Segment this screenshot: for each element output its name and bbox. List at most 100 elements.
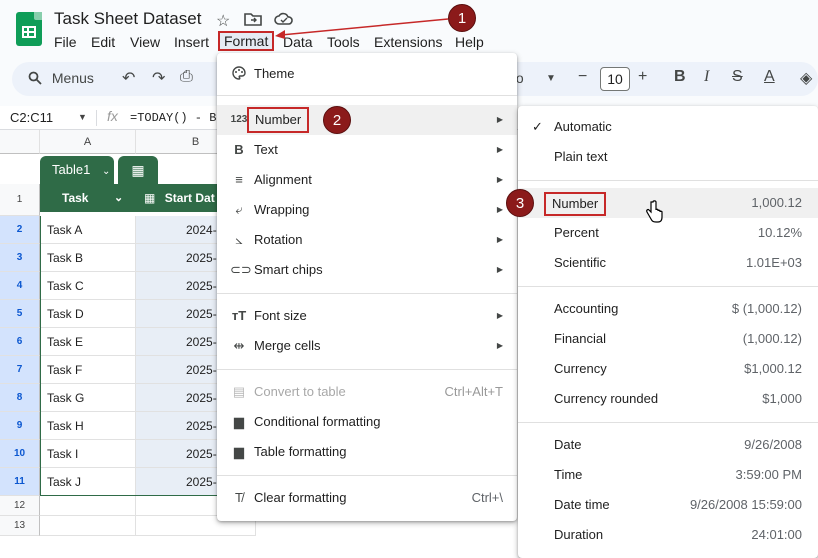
table-cell-task[interactable]: Task H (40, 412, 136, 440)
format-menu: Theme 123 Number ▶ B Text ▶ ≡ Alignment … (217, 53, 517, 521)
menu-item-clear-formatting[interactable]: T̸ Clear formatting Ctrl+\ (217, 483, 517, 513)
annotation-arrow (275, 18, 449, 39)
table-cell-task[interactable]: Task C (40, 272, 136, 300)
row-header[interactable]: 9 (0, 412, 40, 440)
menu-edit[interactable]: Edit (85, 33, 121, 51)
menu-item-wrapping[interactable]: ⤶ Wrapping ▶ (217, 195, 517, 225)
menu-view[interactable]: View (124, 33, 166, 51)
table-cell-task[interactable]: Task B (40, 244, 136, 272)
row-header[interactable]: 4 (0, 272, 40, 300)
format-option-duration[interactable]: Duration 24:01:00 (518, 520, 818, 550)
row-header[interactable]: 8 (0, 384, 40, 412)
name-box[interactable]: C2:C11 (10, 110, 53, 125)
format-option-date[interactable]: Date 9/26/2008 (518, 430, 818, 460)
menu-item-alignment[interactable]: ≡ Alignment ▶ (217, 165, 517, 195)
table-name-tab[interactable]: Table1 ⌄ (40, 156, 114, 184)
empty-cell[interactable] (40, 516, 136, 536)
name-box-dropdown-icon[interactable]: ▼ (78, 112, 87, 122)
format-option-automatic[interactable]: ✓ Automatic (518, 112, 818, 142)
table-cell-task[interactable]: Task F (40, 356, 136, 384)
menu-item-rotation[interactable]: ⦣ Rotation ▶ (217, 225, 517, 255)
corner-cell[interactable] (0, 130, 40, 154)
format-option-plain-text[interactable]: Plain text (518, 142, 818, 172)
format-option-label: Financial (554, 331, 607, 346)
row-header[interactable]: 7 (0, 356, 40, 384)
paint-roller-icon: ▆ (234, 414, 244, 429)
format-option-number[interactable]: Number 1,000.12 (518, 188, 818, 218)
menu-item-smart-chips[interactable]: ⊂⊃ Smart chips ▶ (217, 255, 517, 285)
print-icon[interactable]: ⎙ (180, 68, 193, 86)
redo-icon[interactable]: ↷ (152, 68, 165, 88)
menu-item-convert-to-table: ▤ Convert to table Ctrl+Alt+T (217, 377, 517, 407)
paint-roller-icon: ▆ (234, 444, 244, 459)
format-option-date-time[interactable]: Date time 9/26/2008 15:59:00 (518, 490, 818, 520)
format-option-financial[interactable]: Financial (1,000.12) (518, 324, 818, 354)
row-header[interactable]: 3 (0, 244, 40, 272)
menu-file[interactable]: File (48, 33, 83, 51)
table-cell-task[interactable]: Task A (40, 216, 136, 244)
table-name: Table1 (52, 162, 91, 177)
menu-separator (518, 180, 818, 181)
menu-item-merge-cells[interactable]: ⇹ Merge cells ▶ (217, 331, 517, 361)
format-option-accounting[interactable]: Accounting $ (1,000.12) (518, 294, 818, 324)
format-option-example: $ (1,000.12) (731, 301, 802, 316)
menu-search[interactable]: Menus (20, 66, 102, 92)
format-option-currency[interactable]: Currency $1,000.12 (518, 354, 818, 384)
table-cell-task[interactable]: Task J (40, 468, 136, 496)
menu-item-table-formatting[interactable]: ▆ Table formatting (217, 437, 517, 467)
menu-format[interactable]: Format (218, 31, 275, 51)
table-cell-task[interactable]: Task G (40, 384, 136, 412)
format-option-example: $1,000 (762, 391, 802, 406)
increase-font-icon[interactable]: + (638, 68, 647, 86)
font-size-input[interactable]: 10 (600, 67, 630, 91)
row-header[interactable]: 11 (0, 468, 40, 496)
format-option-label: Automatic (554, 119, 612, 134)
menu-item-text[interactable]: B Text ▶ (217, 135, 517, 165)
column-header-a[interactable]: A (40, 130, 136, 154)
table-view-icon[interactable]: ▦ (118, 156, 158, 184)
decrease-font-icon[interactable]: − (578, 68, 587, 86)
row-header[interactable]: 5 (0, 300, 40, 328)
text-color-icon[interactable]: A (764, 68, 775, 86)
menu-help[interactable]: Help (449, 33, 490, 51)
empty-cell[interactable] (40, 496, 136, 516)
row-header[interactable]: 1 (0, 184, 40, 216)
document-title[interactable]: Task Sheet Dataset (54, 9, 201, 29)
format-option-example: 9/26/2008 15:59:00 (689, 497, 802, 512)
font-dropdown-icon[interactable]: ▼ (546, 73, 556, 84)
clear-format-icon: T̸ (235, 490, 243, 505)
table-cell-task[interactable]: Task I (40, 440, 136, 468)
move-folder-icon[interactable] (244, 11, 262, 32)
format-option-example: 24:01:00 (751, 527, 802, 542)
calendar-icon: ▦ (144, 191, 156, 205)
format-option-example: $1,000.12 (744, 361, 802, 376)
sheets-logo-icon[interactable] (16, 12, 42, 46)
formula-input[interactable]: =TODAY() - B2 (130, 111, 224, 125)
menu-item-font-size[interactable]: тT Font size ▶ (217, 301, 517, 331)
menu-insert[interactable]: Insert (168, 33, 215, 51)
strikethrough-icon[interactable]: S (732, 68, 743, 86)
row-header[interactable]: 10 (0, 440, 40, 468)
bold-icon[interactable]: B (674, 68, 686, 86)
table-cell-task[interactable]: Task E (40, 328, 136, 356)
row-header[interactable]: 13 (0, 516, 40, 536)
star-icon[interactable]: ☆ (216, 11, 230, 31)
italic-icon[interactable]: I (704, 68, 709, 86)
format-option-scientific[interactable]: Scientific 1.01E+03 (518, 248, 818, 278)
row-header[interactable]: 6 (0, 328, 40, 356)
menu-item-number[interactable]: 123 Number ▶ (217, 105, 517, 135)
format-option-time[interactable]: Time 3:59:00 PM (518, 460, 818, 490)
format-option-currency-rounded[interactable]: Currency rounded $1,000 (518, 384, 818, 414)
undo-icon[interactable]: ↶ (122, 68, 135, 88)
table-header-task[interactable]: Task ⌄ (40, 184, 136, 212)
format-option-percent[interactable]: Percent 10.12% (518, 218, 818, 248)
format-option-label: Date time (554, 497, 610, 512)
format-option-example: (1,000.12) (742, 331, 802, 346)
row-header[interactable]: 2 (0, 216, 40, 244)
table-cell-task[interactable]: Task D (40, 300, 136, 328)
fill-color-icon[interactable]: ◈ (800, 68, 812, 88)
menu-item-theme[interactable]: Theme (217, 59, 517, 89)
menu-separator (217, 475, 517, 476)
row-header[interactable]: 12 (0, 496, 40, 516)
menu-item-conditional-formatting[interactable]: ▆ Conditional formatting (217, 407, 517, 437)
